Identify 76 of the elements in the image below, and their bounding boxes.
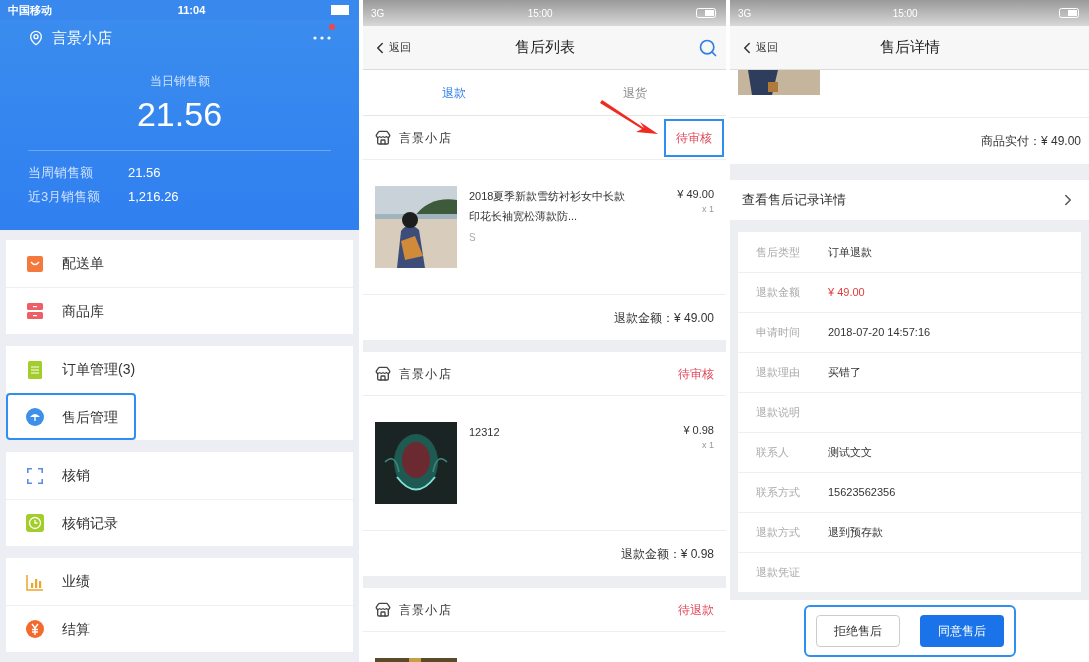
search-icon[interactable] <box>698 37 718 58</box>
status-label: 待审核 <box>678 365 714 383</box>
network-label: 3G <box>738 6 752 21</box>
store-icon <box>375 365 391 382</box>
field-label: 退款理由 <box>756 365 801 381</box>
refund-total: 退款金额：¥ 0.98 <box>620 545 714 563</box>
field-value: 订单退款 <box>828 244 872 260</box>
battery-icon <box>331 5 351 15</box>
field-label: 退款方式 <box>756 525 801 541</box>
field-value: 买错了 <box>828 365 861 381</box>
field-value: 2018-07-20 14:57:16 <box>828 325 931 341</box>
field-value: 测试文文 <box>828 445 872 461</box>
field-label: 退款凭证 <box>756 565 801 581</box>
network-label: 3G <box>371 6 385 21</box>
field-value: 15623562356 <box>828 485 896 501</box>
field-label: 退款说明 <box>756 405 801 421</box>
product-price: ¥ 0.98 <box>683 423 714 438</box>
menu-item[interactable]: 核销 <box>6 452 353 499</box>
refund-total: 退款金额：¥ 49.00 <box>613 309 714 327</box>
menu-item[interactable]: 商品库 <box>6 287 353 334</box>
more-icon <box>313 36 331 40</box>
store-name: 言景小店 <box>52 27 112 48</box>
store-icon <box>375 129 391 146</box>
menu-item[interactable]: 配送单 <box>6 240 353 287</box>
tab[interactable]: 退款 <box>363 70 545 115</box>
annotation-arrow <box>600 98 658 136</box>
field-value: 退到预存款 <box>828 525 883 541</box>
menu-item[interactable]: 结算 <box>6 605 353 652</box>
time-label: 15:00 <box>892 6 918 21</box>
back-button[interactable]: 返回 <box>371 38 411 57</box>
stat-value: 1,216.26 <box>128 187 179 206</box>
field-label: 申请时间 <box>756 325 801 341</box>
time-label: 11:04 <box>177 2 206 18</box>
page-title: 售后详情 <box>879 37 940 58</box>
field-label: 联系方式 <box>756 485 801 501</box>
approve-button[interactable]: 同意售后 <box>919 615 1004 647</box>
location-icon <box>28 30 44 46</box>
scan-icon <box>26 466 44 485</box>
reject-button[interactable]: 拒绝售后 <box>815 615 900 647</box>
back-button[interactable]: 返回 <box>738 38 778 57</box>
product-quantity: x 1 <box>702 202 714 216</box>
time-label: 15:00 <box>527 6 553 21</box>
field-value: ¥ 49.00 <box>828 285 865 301</box>
order-card[interactable]: 言景小店 待退款 <box>363 588 726 662</box>
carrier-label: 中国移动 <box>8 2 52 18</box>
stat-label: 近3月销售额 <box>28 187 102 206</box>
menu-item[interactable]: 订单管理(3) <box>6 346 353 393</box>
field-label: 售后类型 <box>756 244 801 260</box>
record-link[interactable]: 查看售后记录详情 <box>730 180 1089 220</box>
field-label: 退款金额 <box>756 285 801 301</box>
page-title: 售后列表 <box>514 37 575 58</box>
product-spec: S <box>469 231 477 245</box>
order-card[interactable]: 言景小店 待审核 2018夏季新款雪纺衬衫女中长款印花长袖宽松薄款防... S ¥ 49.00 x 1 退款金额：¥ 49.00 <box>363 116 726 340</box>
menu-item[interactable]: 业绩 <box>6 558 353 605</box>
order-card[interactable]: 言景小店 待审核 12312 ¥ 0.98 x 1 退款金额：¥ 0.98 <box>363 352 726 576</box>
today-sales-value: 21.56 <box>135 94 224 135</box>
menu-item[interactable]: 售后管理 <box>6 393 136 440</box>
store-icon <box>375 601 391 618</box>
field-label: 联系人 <box>756 445 790 461</box>
battery-icon <box>696 8 718 18</box>
product-quantity: x 1 <box>702 438 714 452</box>
product-title: 12312 <box>469 425 501 440</box>
status-label: 待退款 <box>678 601 714 619</box>
menu-item[interactable]: 核销记录 <box>6 499 353 546</box>
stat-value: 21.56 <box>128 164 161 182</box>
store-name: 言景小店 <box>399 365 452 383</box>
stat-label: 当周销售额 <box>28 164 94 182</box>
store-name: 言景小店 <box>399 129 452 147</box>
status-label: 待审核 <box>666 120 722 155</box>
store-name: 言景小店 <box>399 601 452 619</box>
battery-icon <box>1059 8 1081 18</box>
product-price: ¥ 49.00 <box>677 187 714 202</box>
paid-amount: 商品实付：¥ 49.00 <box>980 133 1081 150</box>
product-title: 2018夏季新款雪纺衬衫女中长款印花长袖宽松薄款防... <box>469 189 627 224</box>
today-sales-label: 当日销售额 <box>148 73 211 90</box>
tab[interactable]: 退货 <box>544 70 726 115</box>
